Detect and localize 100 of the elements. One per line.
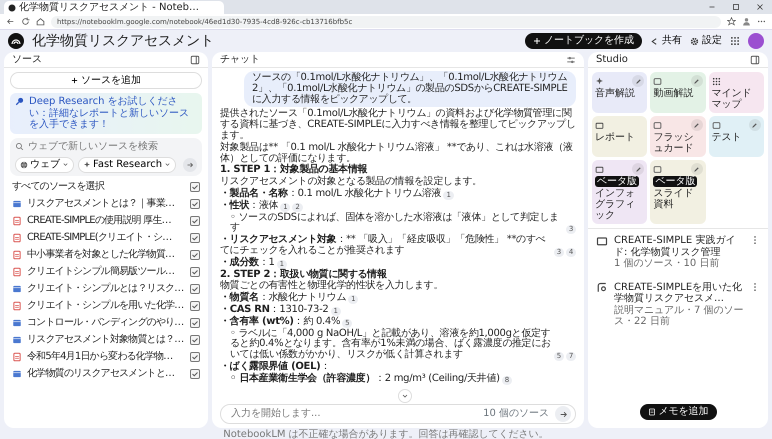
apps-grid-icon[interactable]: [730, 36, 740, 46]
edit-button[interactable]: [632, 75, 644, 87]
browser-tab[interactable]: 化学物質リスクアセスメント - Noteb…: [4, 1, 224, 14]
arrow-icon: [186, 160, 194, 168]
web-page-icon: [12, 335, 22, 345]
add-note-button[interactable]: メモを追加: [640, 404, 716, 420]
answer-text: ・含有率 (wt%)：約 0.4%: [220, 316, 340, 328]
tile-label: 音声解説: [595, 88, 636, 99]
pencil-icon: [751, 122, 758, 128]
note-title[interactable]: CREATE-SIMPLEを用いた化学物質リスクアセスメ…: [614, 282, 744, 304]
source-title[interactable]: 令和5年4月1日から変わる化学物…: [27, 351, 172, 363]
tile-icon: [653, 120, 662, 130]
star-icon[interactable]: [727, 17, 736, 26]
edit-button[interactable]: [690, 163, 703, 175]
plus-icon: [71, 77, 78, 84]
pdf-file-icon: [12, 216, 22, 226]
pencil-icon: [693, 122, 700, 128]
answer-text: 物質ごとの有害性と物理化学的性状を入力します。: [220, 281, 444, 292]
checkbox[interactable]: [190, 250, 200, 260]
source-title[interactable]: クリエイト・シンプルとは？リスク…: [27, 283, 184, 295]
edit-button[interactable]: [690, 75, 703, 87]
studio-tile[interactable]: マインドマップ: [708, 72, 764, 113]
chat-options-icon[interactable]: [566, 54, 576, 64]
avatar[interactable]: [748, 33, 764, 49]
tile-icon: [712, 120, 721, 130]
share-button[interactable]: 共有: [650, 35, 682, 47]
checkbox[interactable]: [190, 369, 200, 379]
close-icon[interactable]: [756, 3, 764, 11]
profile-icon[interactable]: [742, 17, 751, 26]
studio-tile[interactable]: 動画解説: [650, 72, 706, 113]
deep-research-banner[interactable]: Deep Research をお試しください：詳細なレポートと新しいソースを入手できます！: [10, 93, 202, 134]
submit-button[interactable]: [183, 158, 197, 172]
panel-title: ソース: [12, 54, 42, 66]
answer-text: ◦ ラベルに「4,000 g NaOH/L」と記載があり、溶液を約1,000gと仮定すると約0.4%となります。含有率が1%未満の場合、ばく露濃度の推定においては低い係数がかかり、リスクが低く計算されます: [230, 328, 552, 360]
source-title[interactable]: リスクアセスメント対象物質とは？…: [27, 334, 184, 346]
checkbox[interactable]: [190, 233, 200, 243]
checkbox[interactable]: [190, 335, 200, 345]
home-icon[interactable]: [36, 17, 45, 26]
add-source-button[interactable]: ソースを追加: [10, 72, 202, 89]
edit-button[interactable]: [748, 119, 761, 131]
answer-text: ・物質名：水酸化ナトリウム: [220, 293, 346, 304]
reload-icon[interactable]: [21, 17, 30, 26]
panel-title: チャット: [220, 54, 260, 66]
answer-text: 提供されたソース「0.1mol/L水酸化ナトリウム」の資料および化学物質管理に関する資料に基づき、CREATE-SIMPLEに入力すべき情報を整理してピックアップします。: [220, 109, 576, 142]
chevron-icon: [401, 392, 409, 400]
app-logo-icon: [8, 33, 24, 49]
studio-tile[interactable]: フラッシュカード: [650, 116, 706, 157]
select-all-label: すべてのソースを選択: [12, 181, 104, 193]
source-title[interactable]: CREATE-SIMPLE(クリエイト・シ…: [27, 232, 172, 244]
answer-text: ・成分数：1: [220, 258, 275, 269]
answer-text: ・CAS RN：1310-73-2: [220, 304, 328, 315]
filter-dropdown[interactable]: Fast Research: [78, 156, 176, 172]
checkbox[interactable]: [190, 318, 200, 328]
studio-tile[interactable]: ベータ版 インフォグラフィック: [592, 160, 648, 224]
source-title[interactable]: クリエイト・シンプルを用いた化学…: [27, 300, 184, 312]
source-title[interactable]: リスクアセスメントとは？｜事業…: [27, 198, 174, 210]
caret-icon: [164, 161, 172, 168]
sparkle-icon: [83, 160, 91, 168]
studio-tile[interactable]: ベータ版 スライド資料: [650, 160, 706, 224]
tile-label: スライド資料: [653, 188, 694, 210]
edit-button[interactable]: [690, 119, 703, 131]
panel-toggle-icon[interactable]: [750, 54, 760, 64]
studio-tile[interactable]: レポート: [592, 116, 648, 157]
panel-toggle-icon[interactable]: [190, 54, 200, 64]
pencil-icon: [693, 78, 700, 84]
source-title[interactable]: 化学物質のリスクアセスメントと…: [27, 368, 174, 380]
source-count: 10 個のソース: [483, 408, 549, 420]
tile-icon: [653, 76, 662, 86]
note-title[interactable]: CREATE-SIMPLE 実践ガイド: 化学物質リスク管理: [614, 235, 744, 258]
studio-tile[interactable]: 音声解説: [592, 72, 648, 113]
note-icon: [648, 408, 656, 416]
source-title[interactable]: CREATE-SIMPLEの使用説明 厚生…: [27, 215, 171, 227]
web-page-icon: [12, 369, 22, 379]
source-title[interactable]: 中小事業者を対象とした化学物質…: [27, 249, 174, 261]
checkbox[interactable]: [190, 267, 200, 277]
pdf-file-icon: [12, 352, 22, 362]
checkbox[interactable]: [190, 352, 200, 362]
checkbox[interactable]: [190, 182, 200, 192]
disclaimer-text: NotebookLM は不正確な場合があります。回答は再確認してください。: [222, 429, 550, 439]
tile-icon: [595, 76, 604, 86]
edit-button[interactable]: [632, 163, 644, 175]
search-icon: [15, 96, 25, 106]
web-page-icon: [12, 318, 22, 328]
source-title[interactable]: クリエイトシンプル簡易版ツール…: [27, 266, 174, 278]
create-notebook-button[interactable]: ノートブックを作成: [525, 33, 642, 49]
filter-dropdown[interactable]: ウェブ: [15, 156, 74, 172]
checkbox[interactable]: [190, 216, 200, 226]
maximize-icon[interactable]: [732, 3, 740, 11]
scroll-down-button[interactable]: [398, 389, 412, 403]
checkbox[interactable]: [190, 199, 200, 209]
globe-icon: [20, 160, 28, 168]
back-icon[interactable]: [6, 17, 15, 26]
checkbox[interactable]: [190, 301, 200, 311]
settings-button[interactable]: 設定: [690, 35, 722, 47]
studio-tile[interactable]: テスト: [708, 116, 764, 157]
checkbox[interactable]: [190, 284, 200, 294]
panel-title: Studio: [596, 54, 628, 66]
source-title[interactable]: コントロール・バンディングのやり…: [27, 317, 184, 329]
send-button[interactable]: [555, 406, 571, 422]
section-heading: 1. STEP 1：対象製品の基本情報: [220, 165, 368, 176]
